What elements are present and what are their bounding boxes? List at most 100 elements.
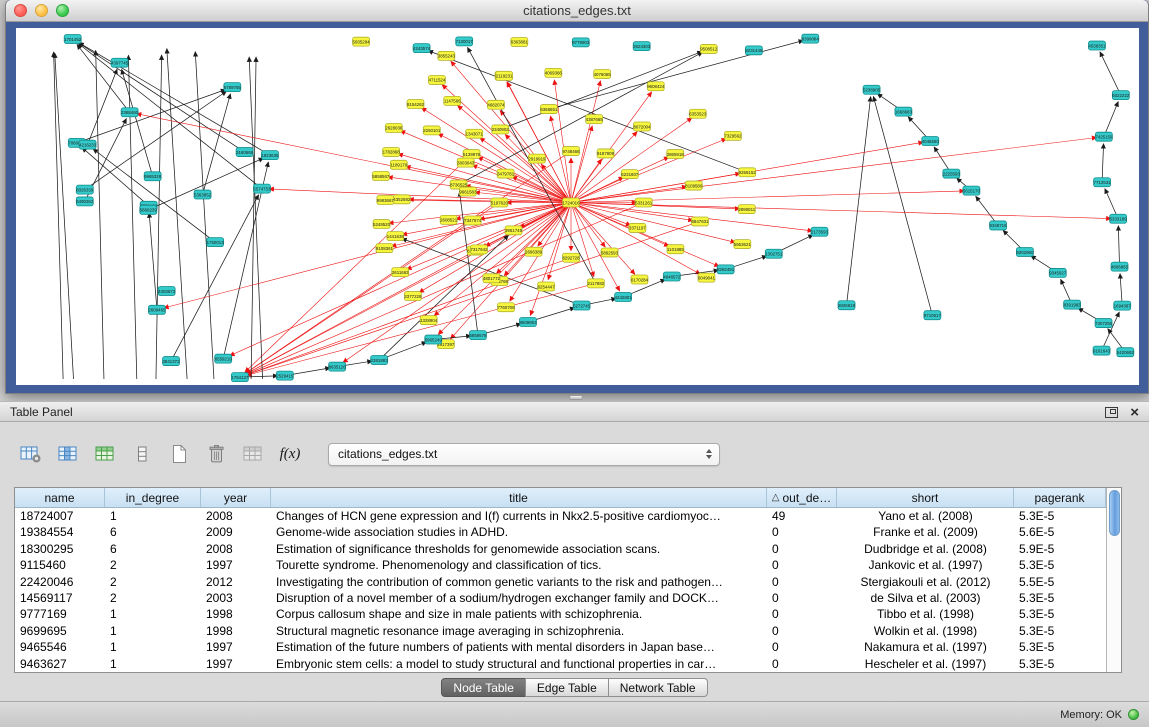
graph-node-label: 9345927: [1049, 271, 1067, 276]
table-row[interactable]: 1830029562008Estimation of significance …: [15, 541, 1106, 557]
minimize-window-button[interactable]: [35, 4, 48, 17]
graph-node-label: 2117882: [588, 281, 605, 286]
graph-node-label: 9965328: [144, 174, 162, 179]
table-cell: 1998: [201, 606, 271, 622]
graph-node-label: 6022222: [1112, 93, 1130, 98]
show-columns-button[interactable]: [53, 440, 83, 468]
edit-columns-button[interactable]: [90, 440, 120, 468]
column-header-out_de[interactable]: △out_de…: [767, 488, 837, 507]
delete-button[interactable]: [201, 440, 231, 468]
graph-node-label: 6559219: [215, 356, 233, 361]
table-panel: Table Panel ×: [0, 401, 1149, 701]
table-source-value: citations_edges.txt: [338, 447, 437, 461]
window-title: citations_edges.txt: [6, 3, 1148, 18]
table-cell: 9777169: [15, 606, 105, 622]
graph-node-label: 8399084: [802, 36, 820, 41]
table-header-row: namein_degreeyeartitle△out_de…shortpager…: [15, 488, 1106, 508]
table-row[interactable]: 946554611997Estimation of the future num…: [15, 639, 1106, 655]
graph-node-label: 8635126: [329, 364, 347, 369]
table-cell: 9463627: [15, 656, 105, 672]
table-row[interactable]: 969969511998Structural magnetic resonanc…: [15, 623, 1106, 639]
table-settings-button[interactable]: [16, 440, 46, 468]
new-document-button[interactable]: [164, 440, 194, 468]
graph-node-label: 2225593: [943, 171, 961, 176]
close-window-button[interactable]: [14, 4, 27, 17]
table-cell: 2: [105, 557, 201, 573]
graph-node-label: 4076065: [594, 72, 612, 77]
graph-node-label: 6231607: [621, 172, 639, 177]
table-cell: Stergiakouli et al. (2012): [837, 574, 1014, 590]
float-panel-icon[interactable]: [1105, 407, 1118, 418]
graph-node-label: 4397745: [111, 60, 129, 65]
function-builder-icon: f(x): [280, 446, 301, 463]
graph-node-label: 8072004: [633, 124, 651, 129]
table-row[interactable]: 911546021997Tourette syndrome. Phenomeno…: [15, 557, 1106, 573]
graph-node-label: 2609465: [148, 308, 166, 313]
network-view-frame: 1724016533126133711975892593829272826663…: [6, 22, 1148, 393]
graph-node-label: 9108361: [376, 246, 394, 251]
table-cell: Estimation of significance thresholds fo…: [271, 541, 767, 557]
graph-node-label: 5858567: [372, 174, 390, 179]
column-header-title[interactable]: title: [271, 488, 767, 507]
table-cell: 18724007: [15, 508, 105, 524]
table-body[interactable]: 1872400712008Changes of HCN gene express…: [15, 508, 1106, 672]
table-cell: Franke et al. (2009): [837, 524, 1014, 540]
column-header-name[interactable]: name: [15, 488, 105, 507]
graph-node-label: 5663621: [734, 242, 752, 247]
table-source-select[interactable]: citations_edges.txt: [328, 443, 720, 466]
table-row[interactable]: 2242004622012Investigating the contribut…: [15, 574, 1106, 590]
graph-node-label: 8154262: [407, 102, 425, 107]
graph-node-label: 5248520: [373, 222, 391, 227]
table-row[interactable]: 977716911998Corpus callosum shape and si…: [15, 606, 1106, 622]
close-panel-icon[interactable]: ×: [1130, 405, 1139, 420]
table-cell: Jankovic et al. (1997): [837, 557, 1014, 573]
table-cell: 6: [105, 541, 201, 557]
graph-node-label: 4046560: [922, 139, 940, 144]
graph-node-label: 5197620: [491, 200, 509, 205]
column-header-short[interactable]: short: [837, 488, 1014, 507]
graph-node-label: 4711524: [429, 78, 446, 83]
graph-node-label: 4069366: [545, 71, 563, 76]
window-controls: [14, 4, 69, 17]
graph-node-label: 9508512: [700, 47, 718, 52]
graph-node-label: 8736525: [450, 182, 468, 187]
tab-edge-table[interactable]: Edge Table: [525, 678, 609, 697]
zoom-window-button[interactable]: [56, 4, 69, 17]
column-header-in_degree[interactable]: in_degree: [105, 488, 201, 507]
table-vertical-scrollbar[interactable]: [1106, 488, 1121, 672]
column-header-pagerank[interactable]: pagerank: [1014, 488, 1106, 507]
table-cell: 0: [767, 606, 837, 622]
graph-node-label: 7307255: [1095, 321, 1113, 326]
graph-node-label: 2173593: [811, 230, 829, 235]
table-row[interactable]: 946362711997Embryonic stem cells: a mode…: [15, 656, 1106, 672]
tab-node-table[interactable]: Node Table: [441, 678, 526, 697]
row-height-button[interactable]: [127, 440, 157, 468]
graph-node-label: 1750013: [207, 240, 225, 245]
table-row[interactable]: 1872400712008Changes of HCN gene express…: [15, 508, 1106, 524]
graph-node-label: 5892593: [601, 250, 619, 255]
table-cell: 1998: [201, 623, 271, 639]
panel-resize-handle[interactable]: [569, 395, 583, 400]
scrollbar-thumb[interactable]: [1109, 490, 1120, 536]
graph-node-label: 1668683: [895, 109, 913, 114]
table-cell: 0: [767, 541, 837, 557]
import-table-button[interactable]: [238, 440, 268, 468]
memory-status-label: Memory: OK: [1060, 709, 1122, 721]
graph-node-label: 8282481: [717, 267, 735, 272]
function-builder-button[interactable]: f(x): [275, 440, 305, 468]
column-header-year[interactable]: year: [201, 488, 271, 507]
table-cell: 1: [105, 508, 201, 524]
window-titlebar[interactable]: citations_edges.txt: [6, 0, 1148, 22]
graph-node-label: 2628036: [385, 126, 403, 131]
network-graph[interactable]: 1724016533126133711975892593829272826663…: [16, 28, 1139, 385]
graph-node-label: 1694387: [1114, 303, 1132, 308]
graph-node-label: 2666389: [525, 250, 543, 255]
tab-network-table[interactable]: Network Table: [608, 678, 708, 697]
table-row[interactable]: 1938455462009Genome-wide association stu…: [15, 524, 1106, 540]
table-row[interactable]: 1456911722003Disruption of a novel membe…: [15, 590, 1106, 606]
graph-node-label: 5574753: [253, 186, 271, 191]
graph-node-label: 9302960: [1016, 250, 1034, 255]
graph-node-label: 1147566: [444, 99, 461, 104]
graph-node-label: 4387665: [586, 117, 604, 122]
table-cell: 0: [767, 623, 837, 639]
